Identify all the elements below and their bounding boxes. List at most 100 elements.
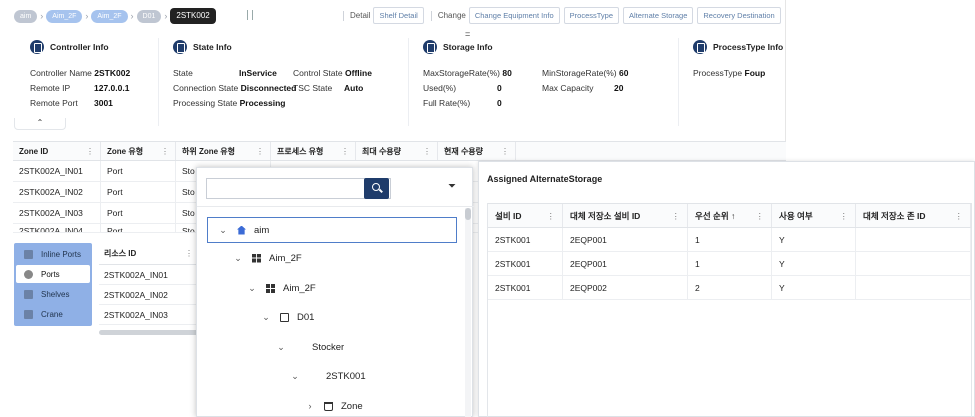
vertical-scrollbar[interactable] <box>465 208 471 417</box>
collapse-button[interactable]: ⌃ <box>14 118 66 130</box>
table-row[interactable]: 2STK001 2EQP001 1 Y <box>488 252 971 276</box>
column-header[interactable]: 대체 저장소 존 ID ⋮ <box>856 204 971 227</box>
drag-handle-icon[interactable]: = <box>465 29 470 39</box>
enabled-cell: Y <box>772 252 856 275</box>
breadcrumb-item-aim[interactable]: aim <box>14 9 38 23</box>
column-menu-icon[interactable]: ⋮ <box>840 204 849 229</box>
section-title: Controller Info <box>50 42 109 52</box>
priority-cell: 1 <box>688 252 772 275</box>
column-menu-icon[interactable]: ⋮ <box>185 243 193 265</box>
resource-table: 리소스 ID ⋮ 2STK002A_IN01 2STK002A_IN02 2STK… <box>99 243 199 325</box>
horizontal-scrollbar[interactable] <box>99 330 199 335</box>
table-row[interactable]: 2STK002A_IN01 <box>99 265 199 285</box>
divider <box>158 38 159 126</box>
section-title: ProcessType Info <box>713 42 784 52</box>
column-menu-icon[interactable]: ⋮ <box>256 142 264 160</box>
recovery-destination-button[interactable]: Recovery Destination <box>697 7 781 24</box>
column-menu-icon[interactable]: ⋮ <box>86 142 94 160</box>
chevron-down-icon[interactable]: ⌄ <box>260 312 272 323</box>
column-menu-icon[interactable]: ⋮ <box>341 142 349 160</box>
chevron-down-icon[interactable]: ⌄ <box>217 225 229 236</box>
scrollbar-thumb[interactable] <box>465 208 471 220</box>
tree-node-aim-2f-floor[interactable]: ⌄ Aim_2F <box>246 279 316 297</box>
alt-zone-id-cell <box>856 228 971 251</box>
chevron-right-icon: › <box>164 11 168 21</box>
equipment-id-cell: 2STK001 <box>488 252 563 275</box>
shelf-detail-button[interactable]: Shelf Detail <box>373 7 424 24</box>
breadcrumb-item-d01[interactable]: D01 <box>136 9 162 23</box>
tab-shelves[interactable]: Shelves <box>16 285 90 303</box>
column-header[interactable]: Zone 유형 ⋮ <box>101 142 176 160</box>
column-header[interactable]: 사용 여부 ⋮ <box>772 204 856 227</box>
tree-node-aim[interactable]: ⌄ aim <box>217 221 269 239</box>
column-menu-icon[interactable]: ⋮ <box>547 204 556 229</box>
search-button[interactable] <box>364 178 389 199</box>
panel-title: Assigned AlternateStorage <box>487 174 603 184</box>
controller-info-section: Controller Info <box>30 39 109 55</box>
alternate-storage-button[interactable]: Alternate Storage <box>623 7 694 24</box>
table-row[interactable]: 2STK001 2EQP002 2 Y <box>488 276 971 300</box>
tree-node-stocker[interactable]: ⌄ Stocker <box>275 338 344 356</box>
column-header[interactable]: 우선 순위 ↑ ⋮ <box>688 204 772 227</box>
column-menu-icon[interactable]: ⋮ <box>423 142 431 160</box>
state-info-section: State Info <box>173 39 232 55</box>
action-toolbar: Detail Shelf Detail Change Change Equipm… <box>340 7 785 24</box>
tree-node-2stk001[interactable]: ⌄ 2STK001 <box>289 367 365 385</box>
collapse-all-icon[interactable]: ⏷ <box>448 182 456 192</box>
pause-icon[interactable] <box>247 10 253 20</box>
home-icon <box>237 225 246 235</box>
chevron-down-icon[interactable]: ⌄ <box>275 342 287 353</box>
change-label: Change <box>437 11 466 20</box>
inline-ports-icon <box>24 249 33 259</box>
tree-node-zone[interactable]: › Zone <box>304 397 363 415</box>
column-header[interactable]: Zone ID ⋮ <box>13 142 101 160</box>
column-menu-icon[interactable]: ⋮ <box>501 142 509 160</box>
table-row[interactable]: 2STK002A_IN03 <box>99 305 199 325</box>
process-type-button[interactable]: ProcessType <box>563 7 620 24</box>
tab-inline-ports[interactable]: Inline Ports <box>16 245 90 263</box>
column-header[interactable]: 현재 수용량 ⋮ <box>438 142 516 160</box>
chevron-right-icon[interactable]: › <box>304 401 316 411</box>
chevron-right-icon: › <box>40 11 44 21</box>
column-menu-icon[interactable]: ⋮ <box>161 142 169 160</box>
controller-name-label: Controller Name <box>30 68 92 78</box>
breadcrumb: aim › Aim_2F › Aim_2F › D01 › 2STK002 <box>14 6 216 26</box>
tree-node-d01[interactable]: ⌄ D01 <box>260 308 314 326</box>
breadcrumb-item-aim-2f-2[interactable]: Aim_2F <box>91 9 128 23</box>
full-rate-value: 0 <box>497 98 502 108</box>
column-header[interactable]: 설비 ID ⋮ <box>488 204 563 227</box>
tree-node-aim-2f[interactable]: ⌄ Aim_2F <box>232 249 302 267</box>
alt-zone-id-cell <box>856 276 971 299</box>
column-header[interactable]: 하위 Zone 유형 ⋮ <box>176 142 271 160</box>
column-menu-icon[interactable]: ⋮ <box>955 204 964 229</box>
processing-state-label: Processing State <box>173 98 238 108</box>
used-label: Used(%) <box>423 83 457 93</box>
table-row[interactable]: 2STK001 2EQP001 1 Y <box>488 228 971 252</box>
column-header[interactable]: 리소스 ID ⋮ <box>99 243 199 265</box>
remote-ip-value: 127.0.0.1 <box>94 83 130 93</box>
column-header[interactable]: 대체 저장소 설비 ID ⋮ <box>563 204 688 227</box>
chevron-right-icon: › <box>85 11 89 21</box>
chevron-down-icon[interactable]: ⌄ <box>246 283 258 294</box>
column-menu-icon[interactable]: ⋮ <box>672 204 681 229</box>
tab-crane[interactable]: Crane <box>16 305 90 323</box>
chevron-down-icon[interactable]: ⌄ <box>232 253 244 264</box>
divider <box>408 38 409 126</box>
table-empty-area <box>488 300 971 417</box>
table-row[interactable]: 2STK002A_IN02 <box>99 285 199 305</box>
resource-tabs: Inline Ports Ports Shelves Crane <box>14 243 92 326</box>
min-storage-rate-value: 60 <box>619 68 629 78</box>
tab-ports[interactable]: Ports <box>16 265 90 283</box>
column-header[interactable]: 프로세스 유형 ⋮ <box>271 142 356 160</box>
column-menu-icon[interactable]: ⋮ <box>756 204 765 229</box>
max-capacity-label: Max Capacity <box>542 83 594 93</box>
change-equipment-info-button[interactable]: Change Equipment Info <box>468 7 560 24</box>
state-value: InService <box>239 68 277 78</box>
chevron-down-icon[interactable]: ⌄ <box>289 371 301 382</box>
zone-type-cell: Port <box>101 182 176 202</box>
column-header[interactable]: 최대 수용량 ⋮ <box>356 142 438 160</box>
alt-equipment-id-cell: 2EQP001 <box>563 252 688 275</box>
zone-id-cell: 2STK002A_IN03 <box>13 203 101 223</box>
breadcrumb-item-aim-2f[interactable]: Aim_2F <box>46 9 83 23</box>
remote-ip-label: Remote IP <box>30 83 71 93</box>
